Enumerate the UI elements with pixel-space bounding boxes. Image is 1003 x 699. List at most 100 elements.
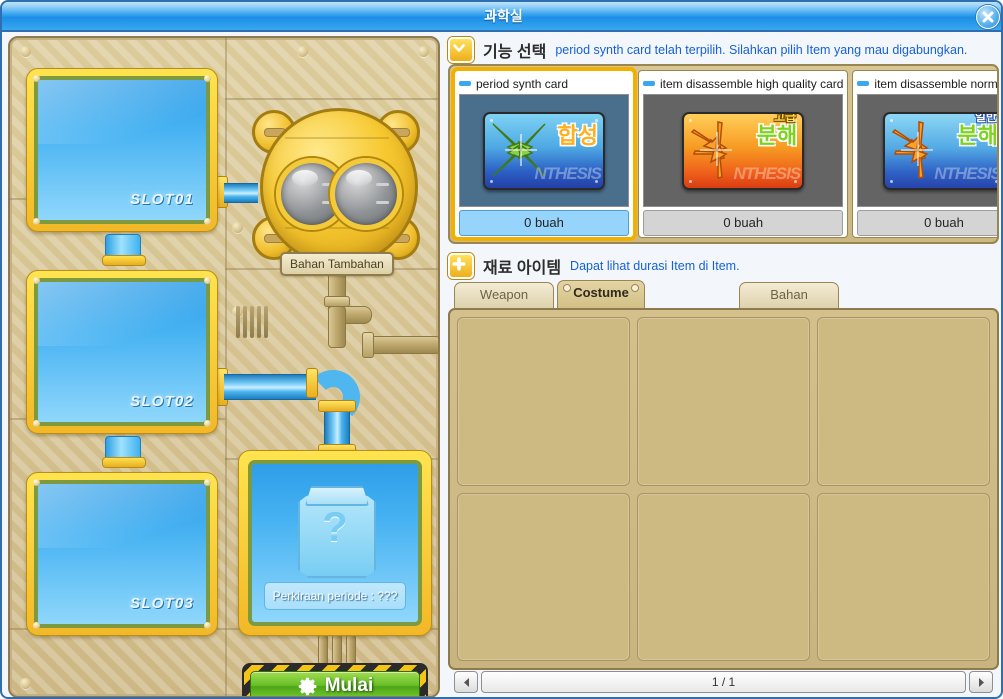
slot-glare <box>38 80 206 145</box>
card-thumbnail: NTHESIS 합성 <box>459 94 629 207</box>
plus-glyph <box>452 257 466 271</box>
pipe-collar <box>362 332 374 358</box>
extra-material-label: Bahan Tambahan <box>280 252 394 276</box>
tab-weapon[interactable]: Weapon <box>454 282 554 308</box>
card-caption: item disassemble normalcard <box>857 75 998 92</box>
page-indicator[interactable]: 1 / 1 <box>481 671 966 693</box>
synth-machine-head <box>246 94 426 274</box>
slot-03-surface: SLOT03 <box>34 480 210 628</box>
rivet <box>297 46 308 57</box>
material-tab-bar: Weapon Costume Bahan Tambahan <box>454 280 999 326</box>
item-cell[interactable] <box>817 317 990 486</box>
slot-02-label: SLOT02 <box>130 393 194 410</box>
function-card-list: period synth card NTHESIS 합성 0 buah item… <box>448 64 999 244</box>
disassemble-high-card-art: NTHESIS 분해 고급 <box>682 111 805 190</box>
tab-weapon-label: Weapon <box>479 287 529 302</box>
science-lab-window: 과학실 SLOT01 SLOT02 SLOT03 Bahan Tambahan … <box>0 0 1003 699</box>
chevron-down-square-icon <box>448 37 474 63</box>
close-glyph <box>982 11 994 23</box>
bullet-dash-icon <box>643 81 655 86</box>
card-ghost-text: NTHESIS <box>733 163 802 183</box>
synth-card-art: NTHESIS 합성 <box>483 111 605 190</box>
arrow-right-glyph <box>978 677 984 687</box>
tab-costume-label: Costume <box>573 285 629 300</box>
material-item-title: 재료 아이템 <box>483 260 562 277</box>
slot-01-label: SLOT01 <box>130 191 194 208</box>
gear-icon <box>298 677 317 695</box>
slot-01-surface: SLOT01 <box>34 76 210 224</box>
arrow-left-icon[interactable] <box>454 671 478 693</box>
card-thumbnail: NTHESIS 분해 일반 <box>857 94 999 207</box>
card-art-subtext: 일반 <box>974 111 997 124</box>
function-card-period-synth[interactable]: period synth card NTHESIS 합성 0 buah <box>454 70 634 238</box>
material-item-note: Dapat lihat durasi Item di Item. <box>570 259 740 273</box>
item-cell[interactable] <box>637 317 810 486</box>
function-card-disassemble-high[interactable]: item disassemble high quality card NTHES… <box>638 70 849 238</box>
card-label: item disassemble high quality card <box>660 76 844 91</box>
function-card-disassemble-normal[interactable]: item disassemble normalcard NTHESIS <box>852 70 999 238</box>
item-cell[interactable] <box>457 492 630 661</box>
card-count: 0 buah <box>643 210 844 236</box>
pipe-segment <box>328 306 346 348</box>
pipe-segment <box>318 634 328 666</box>
slot-connector <box>102 234 146 266</box>
pipe-collar <box>306 368 318 398</box>
tab-costume[interactable]: Costume <box>557 280 645 308</box>
vent-line <box>257 306 261 338</box>
start-button-label: Mulai <box>324 675 374 696</box>
slot-03-label: SLOT03 <box>130 595 194 612</box>
coolant-pipe <box>224 183 258 203</box>
result-preview-slot[interactable]: ? Perkiraan periode : ??? <box>238 450 432 636</box>
question-mark: ? <box>322 503 348 550</box>
card-label: period synth card <box>476 76 569 91</box>
card-count: 0 buah <box>857 210 997 236</box>
slot-02[interactable]: SLOT02 <box>26 270 218 434</box>
item-cell[interactable] <box>457 317 630 486</box>
card-label: item disassemble normalcard <box>874 76 998 91</box>
function-select-note: period synth card telah terpilih. Silahk… <box>555 43 968 57</box>
pipe-segment <box>346 634 356 666</box>
start-button[interactable]: Mulai <box>250 671 420 696</box>
material-item-header: 재료 아이템 Dapat lihat durasi Item di Item. <box>448 252 999 280</box>
machine-panel: SLOT01 SLOT02 SLOT03 Bahan Tambahan ? Pe… <box>8 36 440 697</box>
period-estimate-label: Perkiraan periode : ??? <box>264 582 406 610</box>
rivet <box>232 222 243 233</box>
card-art-text: 합성 <box>557 122 598 148</box>
slot-02-surface: SLOT02 <box>34 278 210 426</box>
slot-03[interactable]: SLOT03 <box>26 472 218 636</box>
card-art-subtext: 고급 <box>774 111 797 124</box>
rivet <box>20 46 31 57</box>
bullet-dash-icon <box>857 81 870 86</box>
vent-line <box>264 306 268 338</box>
arrow-left-glyph <box>463 677 469 687</box>
card-ghost-text: NTHESIS <box>934 163 999 183</box>
pipe-collar <box>318 400 356 412</box>
close-icon[interactable] <box>976 5 1000 29</box>
coolant-pipe <box>224 374 316 400</box>
rivet <box>20 678 31 689</box>
machine-eye-right <box>330 158 402 230</box>
result-surface: ? Perkiraan periode : ??? <box>248 460 422 626</box>
machine-body <box>260 108 418 266</box>
arrow-right-icon[interactable] <box>969 671 993 693</box>
item-cell[interactable] <box>817 492 990 661</box>
start-button-frame: Mulai <box>242 663 428 696</box>
window-title: 과학실 <box>484 8 523 24</box>
title-bar: 과학실 <box>2 2 1001 32</box>
card-caption: item disassemble high quality card <box>643 75 843 92</box>
rivet <box>418 46 429 57</box>
function-select-title: 기능 선택 <box>483 44 547 61</box>
vent-line <box>236 306 240 338</box>
item-cell[interactable] <box>637 492 810 661</box>
card-art-text: 분해 <box>957 122 998 148</box>
slot-glare <box>38 484 206 549</box>
card-art-text: 분해 <box>756 122 798 148</box>
vent-line <box>250 306 254 338</box>
tab-bahan-tambahan[interactable]: Bahan Tambahan <box>739 282 839 326</box>
material-item-grid <box>448 308 999 670</box>
slot-01[interactable]: SLOT01 <box>26 68 218 232</box>
card-ghost-text: NTHESIS <box>534 163 602 183</box>
grid-pager: 1 / 1 <box>454 670 993 694</box>
slot-glare <box>38 282 206 347</box>
function-select-header: 기능 선택 period synth card telah terpilih. … <box>448 36 999 64</box>
